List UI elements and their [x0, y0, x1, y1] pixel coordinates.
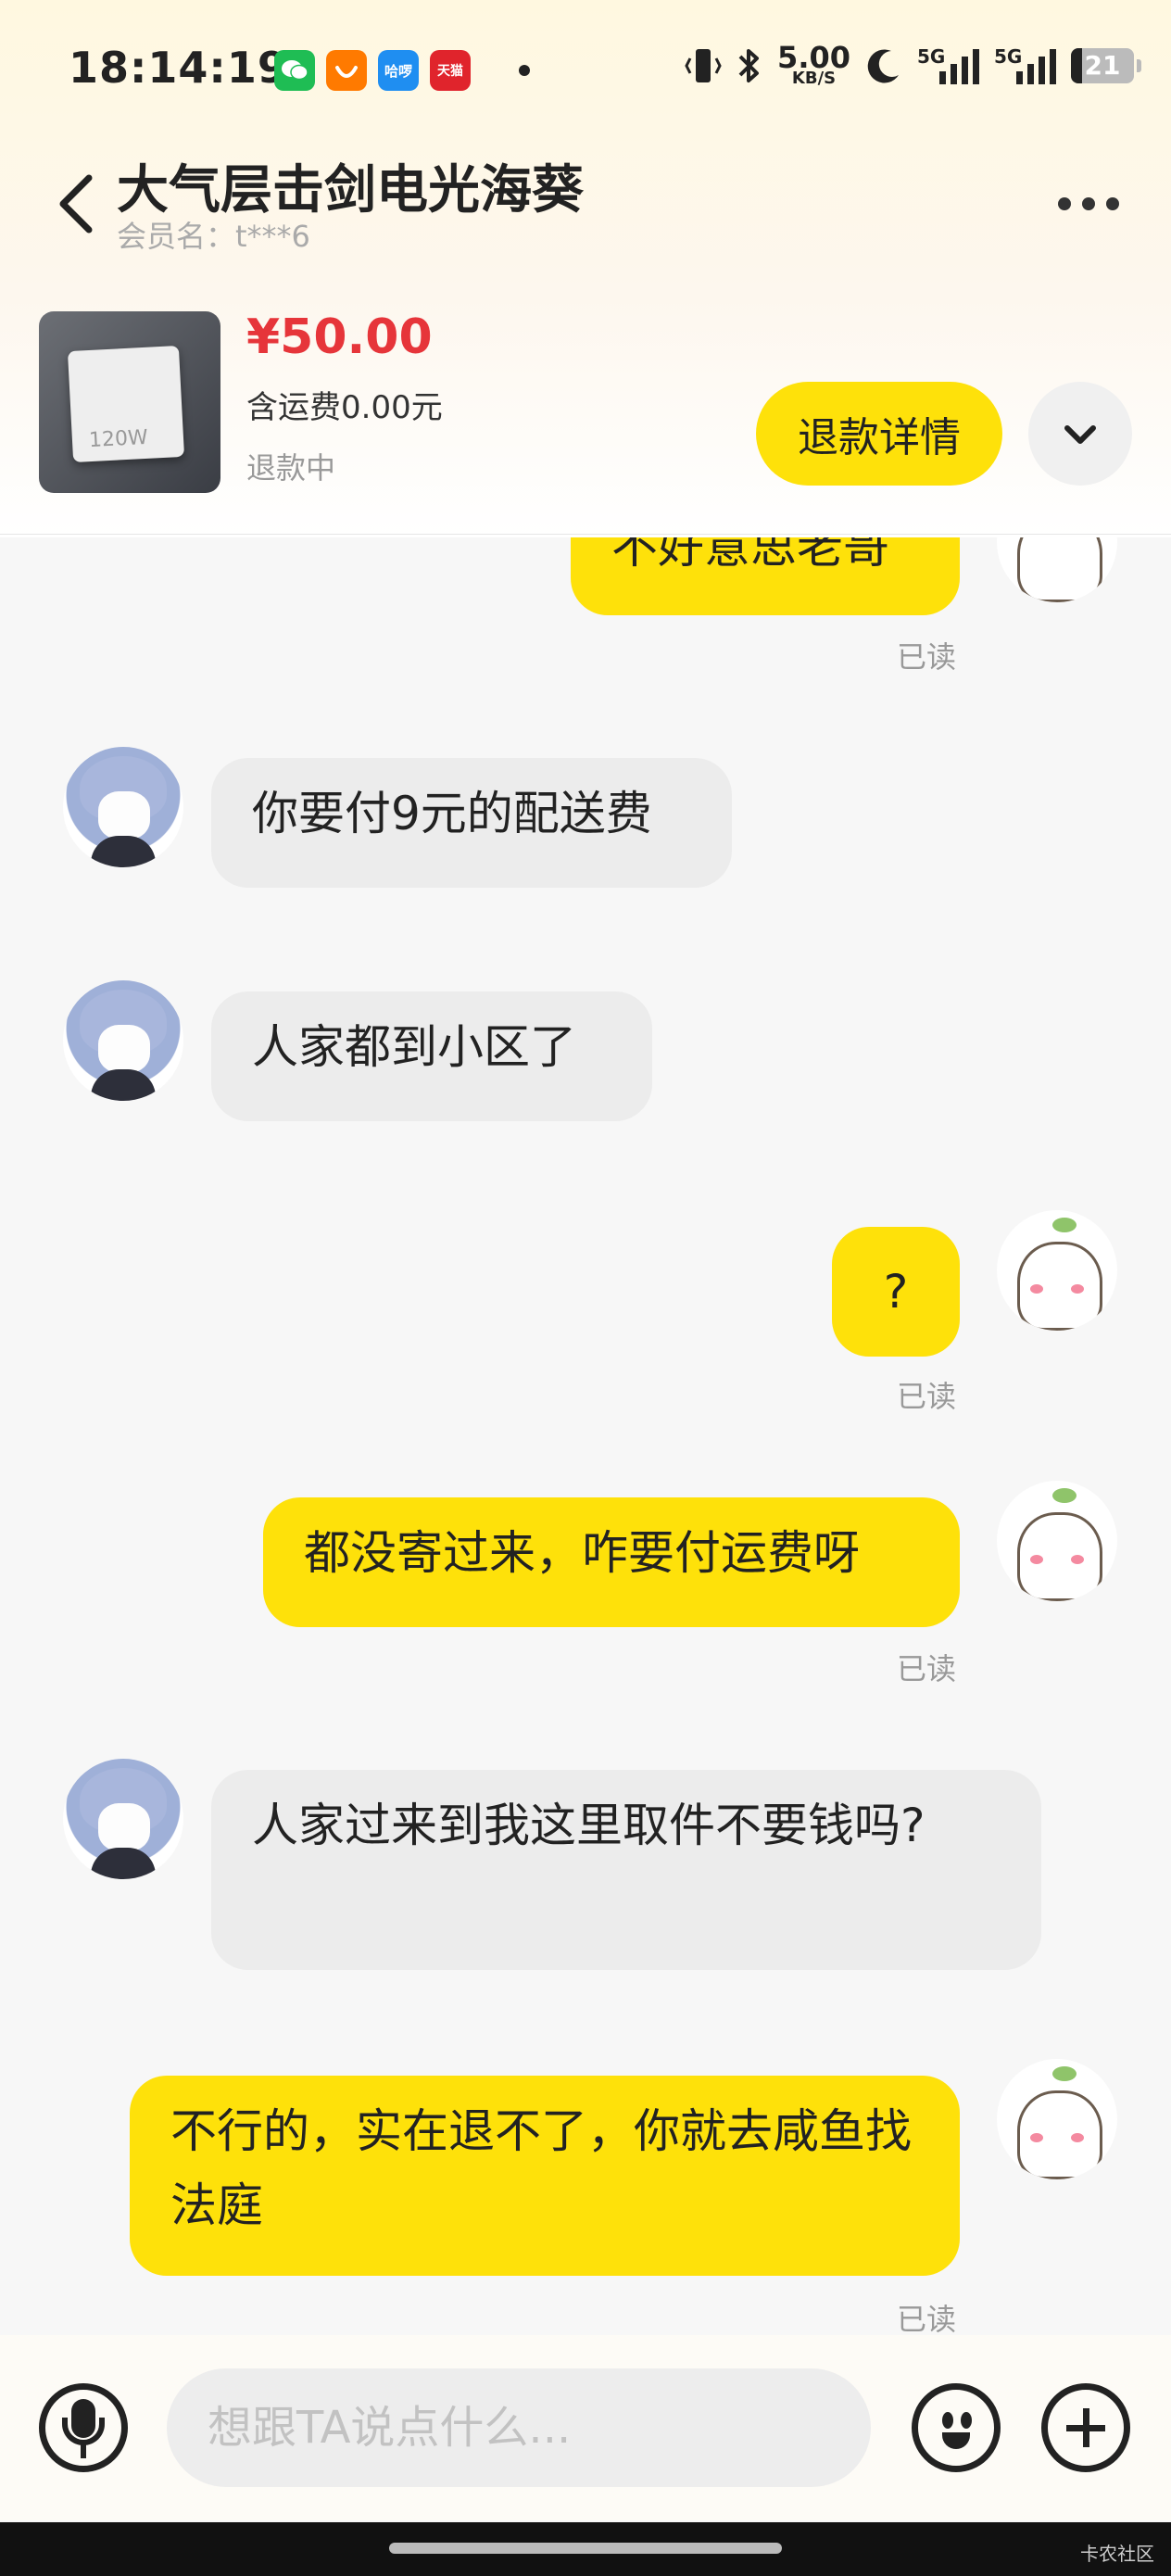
home-indicator[interactable] [389, 2543, 782, 2554]
wechat-icon [274, 50, 315, 91]
read-receipt: 已读 [897, 639, 957, 675]
more-notifications-dot [519, 65, 530, 76]
my-avatar[interactable] [997, 2059, 1117, 2179]
vibrate-icon [685, 49, 722, 82]
moon-icon [867, 49, 899, 83]
seller-avatar[interactable] [63, 980, 183, 1101]
watermark: 卡农社区 [1080, 2543, 1154, 2565]
read-receipt: 已读 [897, 1379, 957, 1414]
hellobike-icon: 哈啰 [378, 50, 419, 91]
signal-2-icon: 5G [994, 45, 1056, 84]
my-avatar[interactable] [997, 1210, 1117, 1331]
add-button[interactable] [1041, 2383, 1130, 2472]
message-bubble-sent[interactable]: ? [832, 1227, 960, 1357]
input-bar [0, 2335, 1171, 2520]
charger-image: 120W [67, 345, 185, 463]
member-name: 会员名：t***6 [117, 219, 310, 254]
more-options-button[interactable] [1047, 185, 1130, 222]
status-bar: 18:14:19 哈啰 天猫 5.00 KB/S 5G 5G 21 [0, 0, 1171, 139]
seller-avatar[interactable] [63, 747, 183, 867]
refund-status: 退款中 [246, 450, 336, 486]
voice-button[interactable] [39, 2383, 128, 2472]
chevron-down-icon [1064, 425, 1096, 444]
back-arrow-icon [59, 174, 93, 234]
message-bubble-received[interactable]: 人家过来到我这里取件不要钱吗? [211, 1770, 1041, 1970]
read-receipt: 已读 [897, 2302, 957, 2337]
didi-icon [326, 50, 367, 91]
chat-title: 大气层击剑电光海葵 [117, 160, 584, 221]
refund-details-button[interactable]: 退款详情 [756, 382, 1002, 486]
bluetooth-icon [738, 49, 760, 82]
expand-button[interactable] [1028, 382, 1132, 486]
battery-icon: 21 [1071, 48, 1141, 83]
emoji-button[interactable] [912, 2383, 1001, 2472]
read-receipt: 已读 [897, 1651, 957, 1686]
product-price: ¥50.00 [246, 309, 433, 365]
message-bubble-sent[interactable]: 都没寄过来，咋要付运费呀 [263, 1497, 960, 1627]
status-time: 18:14:19 [69, 43, 288, 93]
seller-avatar[interactable] [63, 1759, 183, 1879]
message-bubble-sent[interactable]: 不行的，实在退不了，你就去咸鱼找法庭 [130, 2076, 960, 2276]
signal-1-icon: 5G [917, 45, 979, 84]
my-avatar[interactable] [997, 1481, 1117, 1601]
tmall-icon: 天猫 [430, 50, 471, 91]
product-image[interactable]: 120W [39, 311, 220, 493]
navigation-bar: 卡农社区 [0, 2522, 1171, 2576]
message-bubble-received[interactable]: 你要付9元的配送费 [211, 758, 732, 888]
shipping-info: 含运费0.00元 [246, 389, 443, 426]
product-card[interactable]: 120W ¥50.00 含运费0.00元 退款中 退款详情 [0, 297, 1171, 535]
message-input[interactable] [167, 2368, 871, 2487]
notification-apps: 哈啰 天猫 [274, 50, 530, 91]
net-speed: 5.00 KB/S [777, 40, 850, 88]
message-bubble-received[interactable]: 人家都到小区了 [211, 991, 652, 1121]
status-right: 5.00 KB/S 5G 5G 21 [685, 40, 1141, 88]
back-button[interactable] [52, 170, 107, 235]
